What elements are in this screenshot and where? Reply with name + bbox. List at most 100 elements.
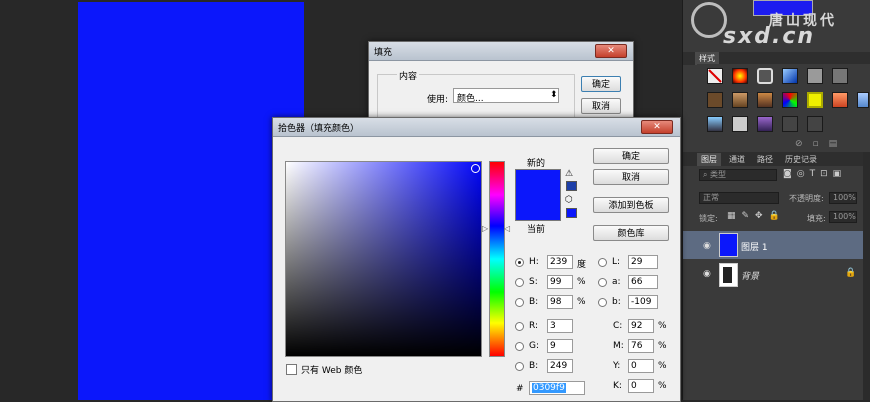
l-radio[interactable] xyxy=(598,258,607,267)
web-only-label: 只有 Web 颜色 xyxy=(301,366,363,376)
eye-icon[interactable]: ◉ xyxy=(703,269,711,279)
style-thumb[interactable] xyxy=(857,92,869,108)
style-thumb[interactable] xyxy=(732,116,748,132)
new-color-label: 新的 xyxy=(527,159,546,169)
style-thumb[interactable] xyxy=(707,116,723,132)
lab-b-label: b: xyxy=(612,297,621,307)
hue-slider-right-handle[interactable]: ◁ xyxy=(504,224,510,233)
l-label: L: xyxy=(612,257,621,267)
fill-cancel-button[interactable]: 取消 xyxy=(581,98,621,114)
picker-ok-button[interactable]: 确定 xyxy=(593,148,669,164)
warning-icon[interactable]: ⚠ xyxy=(565,169,573,179)
r-field[interactable]: 3 xyxy=(547,319,573,333)
g-radio[interactable] xyxy=(515,342,524,351)
layer-filter-select[interactable]: ⌕ 类型 xyxy=(699,169,777,181)
tab-paths[interactable]: 路径 xyxy=(753,153,777,166)
s-radio[interactable] xyxy=(515,278,524,287)
color-picker-titlebar[interactable]: 拾色器（填充颜色） ✕ xyxy=(273,118,680,137)
add-to-swatches-button[interactable]: 添加到色板 xyxy=(593,197,669,213)
use-label: 使用: xyxy=(427,95,449,105)
tab-channels[interactable]: 通道 xyxy=(725,153,749,166)
style-thumb[interactable] xyxy=(732,68,748,84)
fill-label: 填充: xyxy=(807,214,826,223)
panel-scrollbar[interactable] xyxy=(863,152,870,400)
picker-cancel-button[interactable]: 取消 xyxy=(593,169,669,185)
r-radio[interactable] xyxy=(515,322,524,331)
color-libraries-button[interactable]: 颜色库 xyxy=(593,225,669,241)
b-unit: % xyxy=(577,297,586,307)
tab-history[interactable]: 历史记录 xyxy=(781,153,821,166)
opacity-field[interactable]: 100% xyxy=(829,192,857,204)
a-field[interactable]: 66 xyxy=(628,275,658,289)
hue-slider[interactable] xyxy=(489,161,505,357)
m-field[interactable]: 76 xyxy=(628,339,654,353)
style-thumb[interactable] xyxy=(832,68,848,84)
y-unit: % xyxy=(658,361,667,371)
hue-slider-left-handle[interactable]: ▷ xyxy=(482,224,488,233)
layer-row-layer1[interactable]: ◉ 图层 1 xyxy=(683,231,870,259)
l-field[interactable]: 29 xyxy=(628,255,658,269)
use-select[interactable]: 颜色... ⬍ xyxy=(453,88,559,104)
layer-filter-label: 类型 xyxy=(710,170,727,179)
gamut-swatch[interactable] xyxy=(566,181,577,191)
use-select-value: 颜色... xyxy=(457,94,484,104)
color-field[interactable] xyxy=(285,161,482,357)
style-thumb[interactable] xyxy=(807,116,823,132)
lab-b-radio[interactable] xyxy=(598,298,607,307)
blue-radio[interactable] xyxy=(515,362,524,371)
close-icon[interactable]: ✕ xyxy=(595,44,627,58)
c-field[interactable]: 92 xyxy=(628,319,654,333)
a-radio[interactable] xyxy=(598,278,607,287)
styles-footer-icons[interactable]: ⊘▫▤ xyxy=(795,139,847,149)
style-none[interactable] xyxy=(707,68,723,84)
lab-b-field[interactable]: -109 xyxy=(628,295,658,309)
style-thumb[interactable] xyxy=(757,92,773,108)
b-field[interactable]: 98 xyxy=(547,295,573,309)
fill-dialog-titlebar[interactable]: 填充 ✕ xyxy=(369,42,633,61)
blue-field[interactable]: 249 xyxy=(547,359,573,373)
eye-icon[interactable]: ◉ xyxy=(703,241,711,251)
blend-mode-value: 正常 xyxy=(703,193,719,202)
watermark-logo xyxy=(691,2,727,38)
style-thumb[interactable] xyxy=(782,68,798,84)
cube-icon[interactable]: ⬡ xyxy=(565,195,573,205)
tab-layers[interactable]: 图层 xyxy=(697,153,721,166)
blend-mode-select[interactable]: 正常 xyxy=(699,192,779,204)
style-thumb[interactable] xyxy=(832,92,848,108)
c-label: C: xyxy=(613,321,623,331)
style-thumb[interactable] xyxy=(807,68,823,84)
web-safe-swatch[interactable] xyxy=(566,208,577,218)
style-thumb[interactable] xyxy=(707,92,723,108)
lock-icons[interactable]: ▦✎✥🔒 xyxy=(727,211,786,221)
g-field[interactable]: 9 xyxy=(547,339,573,353)
document-canvas[interactable] xyxy=(78,2,304,400)
y-field[interactable]: 0 xyxy=(628,359,654,373)
h-radio[interactable] xyxy=(515,258,524,267)
style-thumb[interactable] xyxy=(807,92,823,108)
fill-field[interactable]: 100% xyxy=(829,211,857,223)
layer-filter-icons[interactable]: ◙◎T⊡▣ xyxy=(783,169,846,179)
b-radio[interactable] xyxy=(515,298,524,307)
m-unit: % xyxy=(658,341,667,351)
k-unit: % xyxy=(658,381,667,391)
color-preview xyxy=(515,169,561,221)
web-only-checkbox[interactable] xyxy=(286,364,297,375)
lock-label: 锁定: xyxy=(699,214,718,223)
layer-row-background[interactable]: ◉ 背景 🔒 xyxy=(683,261,870,289)
hex-field[interactable]: 0309f9 xyxy=(529,381,585,395)
style-thumb[interactable] xyxy=(757,68,773,84)
color-picker-title: 拾色器（填充颜色） xyxy=(278,124,360,134)
color-field-cursor[interactable] xyxy=(471,164,480,173)
h-field[interactable]: 239 xyxy=(547,255,573,269)
style-thumb[interactable] xyxy=(732,92,748,108)
style-thumb[interactable] xyxy=(757,116,773,132)
close-icon[interactable]: ✕ xyxy=(641,120,673,134)
k-field[interactable]: 0 xyxy=(628,379,654,393)
styles-grid xyxy=(697,64,870,136)
style-thumb[interactable] xyxy=(782,92,798,108)
style-thumb[interactable] xyxy=(782,116,798,132)
fill-ok-button[interactable]: 确定 xyxy=(581,76,621,92)
chevron-down-icon: ⬍ xyxy=(550,90,558,100)
layer-thumbnail xyxy=(719,233,738,257)
s-field[interactable]: 99 xyxy=(547,275,573,289)
